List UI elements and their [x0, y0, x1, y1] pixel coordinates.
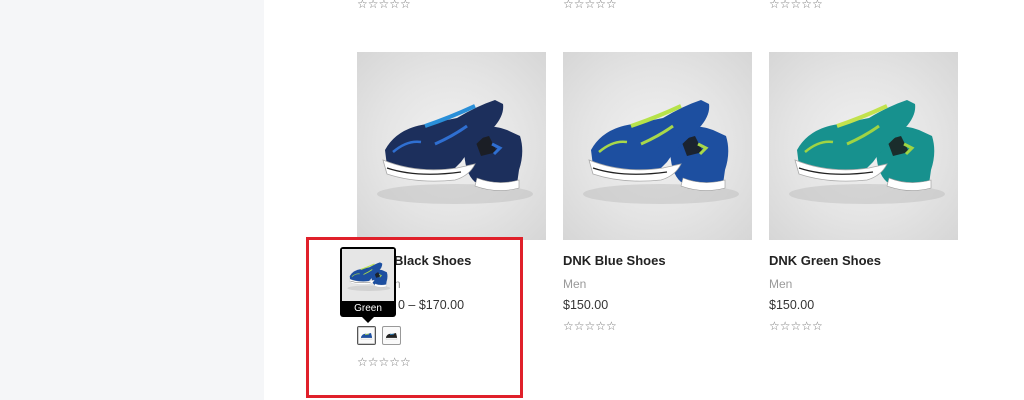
product-title[interactable]: DNK Green Shoes [769, 253, 881, 268]
product-price: $150.00 [563, 298, 609, 312]
product-image[interactable] [563, 52, 752, 240]
rating-stars: ☆☆☆☆☆ [563, 0, 617, 11]
rating-stars: ☆☆☆☆☆ [563, 319, 617, 333]
product-card: DNK Green Shoes Men $150.00 ☆☆☆☆☆ [769, 52, 958, 332]
product-category[interactable]: Men [769, 277, 792, 291]
left-sidebar [0, 0, 264, 400]
shoe-image [583, 100, 739, 204]
highlight-box [306, 237, 523, 398]
product-card: DNK Blue Shoes Men $150.00 ☆☆☆☆☆ [563, 52, 752, 332]
product-category[interactable]: Men [563, 277, 586, 291]
shoe-image [789, 100, 945, 204]
product-title[interactable]: DNK Blue Shoes [563, 253, 666, 268]
product-card: Black Shoes n 0 – $170.00 ☆☆☆☆☆ [357, 52, 546, 368]
rating-stars: ☆☆☆☆☆ [769, 319, 823, 333]
rating-stars: ☆☆☆☆☆ [357, 0, 411, 11]
product-image[interactable] [357, 52, 546, 240]
shoe-image [377, 100, 533, 204]
product-price: $150.00 [769, 298, 815, 312]
product-image[interactable] [769, 52, 958, 240]
rating-stars: ☆☆☆☆☆ [769, 0, 823, 11]
